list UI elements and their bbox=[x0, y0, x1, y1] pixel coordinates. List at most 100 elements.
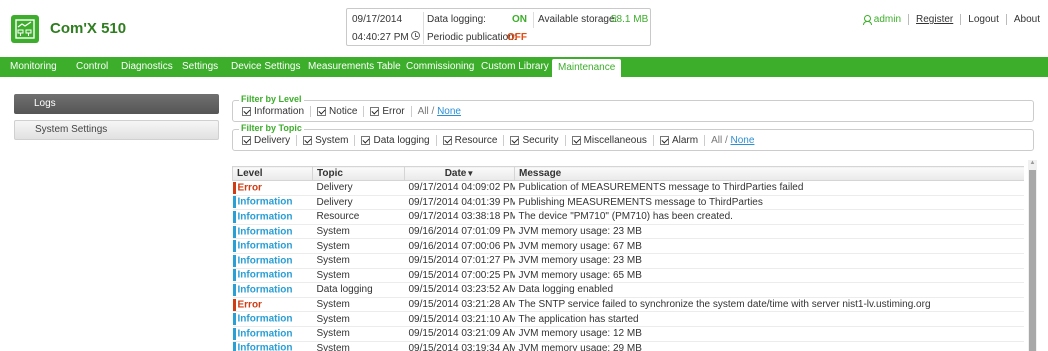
table-row[interactable]: Information System 09/15/2014 07:01:27 PM J… bbox=[232, 253, 1024, 269]
nav-tab-diagnostics[interactable]: Diagnostics bbox=[121, 57, 173, 77]
checkbox-label: Resource bbox=[454, 135, 498, 146]
table-row[interactable]: Information System 09/15/2014 07:00:25 PM J… bbox=[232, 268, 1024, 284]
nav-tab-monitoring[interactable]: Monitoring bbox=[10, 57, 57, 77]
level-indicator bbox=[232, 269, 236, 282]
filter-divider bbox=[704, 135, 706, 146]
row-level-text: Information bbox=[237, 284, 293, 296]
filter-topic-miscellaneous-checkbox[interactable]: Miscellaneous bbox=[571, 135, 647, 146]
row-date: 09/15/2014 07:00:25 PM bbox=[404, 268, 515, 284]
level-indicator bbox=[232, 210, 236, 223]
filter-topic-system-checkbox[interactable]: System bbox=[303, 135, 348, 146]
row-topic: Delivery bbox=[312, 195, 405, 211]
status-divider bbox=[423, 12, 424, 44]
row-date: 09/17/2014 03:38:18 PM bbox=[404, 209, 515, 225]
product-name: Com'X 510 bbox=[50, 20, 127, 37]
status-time: 04:40:27 PM bbox=[352, 32, 409, 43]
table-row[interactable]: Information Data logging 09/15/2014 03:23:… bbox=[232, 282, 1024, 298]
filter-topic-security-checkbox[interactable]: Security bbox=[510, 135, 559, 146]
level-indicator bbox=[232, 254, 236, 267]
row-topic: System bbox=[312, 341, 405, 351]
table-row[interactable]: Information Delivery 09/17/2014 04:01:39 P… bbox=[232, 195, 1024, 211]
column-header-date[interactable]: Date▼ bbox=[404, 166, 515, 181]
column-header-message[interactable]: Message bbox=[514, 166, 1024, 181]
row-topic: System bbox=[312, 238, 405, 254]
link-divider bbox=[908, 14, 910, 25]
row-level: Error bbox=[232, 297, 313, 313]
checkbox-checked-icon bbox=[361, 136, 371, 145]
filter-divider bbox=[296, 135, 298, 146]
nav-tab-device-settings[interactable]: Device Settings bbox=[231, 57, 300, 77]
row-message: JVM memory usage: 23 MB bbox=[514, 224, 1024, 240]
table-row[interactable]: Information System 09/15/2014 03:19:34 AM J… bbox=[232, 341, 1024, 351]
level-indicator bbox=[232, 313, 236, 326]
row-date: 09/15/2014 03:21:28 AM bbox=[404, 297, 515, 313]
filter-divider bbox=[435, 135, 437, 146]
sidebar-item-system-settings[interactable]: System Settings bbox=[14, 120, 219, 140]
row-level: Information bbox=[232, 282, 313, 298]
row-topic: System bbox=[312, 224, 405, 240]
app-header: Com'X 510 09/17/2014 04:40:27 PM Data lo… bbox=[0, 0, 1048, 57]
filter-divider bbox=[363, 106, 365, 117]
table-row[interactable]: Information Resource 09/17/2014 03:38:18 P… bbox=[232, 209, 1024, 225]
filter-level-all-link[interactable]: All / bbox=[418, 106, 435, 117]
scroll-up-arrow-icon[interactable]: ▲ bbox=[1029, 160, 1036, 167]
row-message: JVM memory usage: 23 MB bbox=[514, 253, 1024, 269]
row-level-text: Information bbox=[237, 226, 293, 238]
filter-level-information-checkbox[interactable]: Information bbox=[242, 106, 304, 117]
top-links: admin Register Logout About bbox=[862, 14, 1040, 25]
checkbox-label: Alarm bbox=[671, 135, 699, 146]
filter-level-none-link[interactable]: None bbox=[437, 106, 461, 117]
sidebar-item-logs[interactable]: Logs bbox=[14, 94, 219, 114]
nav-tab-custom-library[interactable]: Custom Library bbox=[481, 57, 549, 77]
filter-level-error-checkbox[interactable]: Error bbox=[370, 106, 405, 117]
column-header-level[interactable]: Level bbox=[232, 166, 313, 181]
logout-link[interactable]: Logout bbox=[968, 14, 999, 25]
nav-tab-control[interactable]: Control bbox=[76, 57, 108, 77]
about-link[interactable]: About bbox=[1014, 14, 1040, 25]
row-date: 09/17/2014 04:09:02 PM bbox=[404, 180, 515, 196]
table-row[interactable]: Information System 09/15/2014 03:21:09 AM J… bbox=[232, 326, 1024, 342]
status-panel: 09/17/2014 04:40:27 PM Data logging: ON … bbox=[346, 8, 651, 46]
filter-level-notice-checkbox[interactable]: Notice bbox=[317, 106, 357, 117]
row-message: JVM memory usage: 29 MB bbox=[514, 341, 1024, 351]
sort-descending-icon: ▼ bbox=[466, 169, 475, 178]
row-level-text: Information bbox=[237, 270, 293, 281]
nav-tab-measurements-table[interactable]: Measurements Table bbox=[308, 57, 401, 77]
nav-tab-settings[interactable]: Settings bbox=[182, 57, 218, 77]
filter-topic-data-logging-checkbox[interactable]: Data logging bbox=[361, 135, 430, 146]
row-date: 09/17/2014 04:01:39 PM bbox=[404, 195, 515, 211]
row-level: Information bbox=[232, 268, 313, 284]
nav-tab-commissioning[interactable]: Commissioning bbox=[406, 57, 474, 77]
user-menu[interactable]: admin bbox=[862, 14, 902, 25]
table-row[interactable]: Information System 09/16/2014 07:01:09 PM J… bbox=[232, 224, 1024, 240]
column-header-topic[interactable]: Topic bbox=[312, 166, 405, 181]
nav-tab-maintenance[interactable]: Maintenance bbox=[552, 59, 622, 77]
filter-topic-delivery-checkbox[interactable]: Delivery bbox=[242, 135, 290, 146]
level-indicator bbox=[232, 283, 236, 296]
row-level-text: Information bbox=[237, 240, 293, 252]
level-indicator bbox=[232, 225, 236, 238]
user-name: admin bbox=[873, 14, 902, 25]
row-topic: System bbox=[312, 268, 405, 284]
table-row[interactable]: Information System 09/15/2014 03:21:10 AM T… bbox=[232, 311, 1024, 327]
level-indicator bbox=[232, 240, 236, 253]
row-message: The application has started bbox=[514, 311, 1024, 327]
row-level: Information bbox=[232, 209, 313, 225]
log-table-container: Level Topic Date▼ Message Error Delivery 0… bbox=[232, 166, 1024, 351]
row-date: 09/15/2014 03:23:52 AM bbox=[404, 282, 515, 298]
table-row[interactable]: Error Delivery 09/17/2014 04:09:02 PM Publi… bbox=[232, 180, 1024, 196]
table-row[interactable]: Information System 09/16/2014 07:00:06 PM J… bbox=[232, 238, 1024, 254]
filter-topic-all-link[interactable]: All / bbox=[711, 135, 728, 146]
row-message: The SNTP service failed to synchronize t… bbox=[514, 297, 1024, 313]
table-row[interactable]: Error System 09/15/2014 03:21:28 AM The SNT… bbox=[232, 297, 1024, 313]
filter-topic-legend: Filter by Topic bbox=[239, 123, 304, 133]
filter-topic-none-link[interactable]: None bbox=[731, 135, 755, 146]
register-link[interactable]: Register bbox=[916, 14, 953, 25]
filter-topic-resource-checkbox[interactable]: Resource bbox=[442, 135, 498, 146]
row-topic: System bbox=[312, 311, 405, 327]
filter-topic-alarm-checkbox[interactable]: Alarm bbox=[659, 135, 699, 146]
periodic-publication-label: Periodic publication: bbox=[427, 32, 517, 43]
table-scrollbar[interactable]: ▲ bbox=[1028, 160, 1037, 351]
table-header-row: Level Topic Date▼ Message bbox=[232, 166, 1024, 181]
scroll-thumb[interactable] bbox=[1029, 170, 1036, 351]
